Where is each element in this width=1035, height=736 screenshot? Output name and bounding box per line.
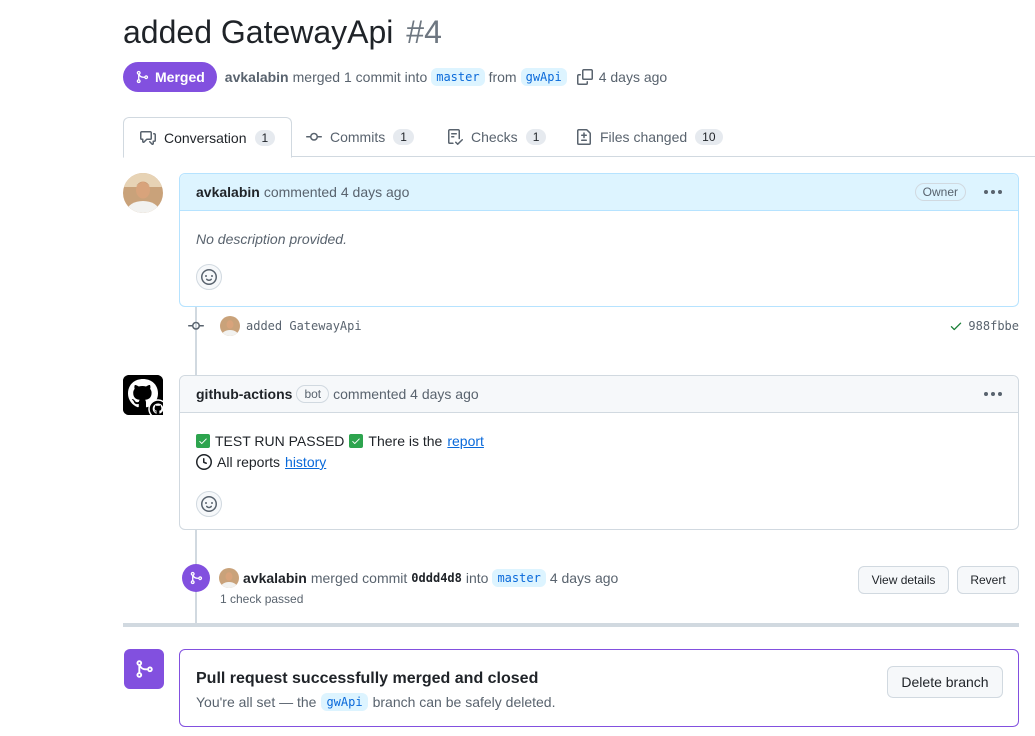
add-reaction-button[interactable] <box>196 264 222 290</box>
test-result-line: TEST RUN PASSED There is the report <box>196 432 1002 450</box>
merge-summary-text: merged 1 commit into <box>292 69 428 85</box>
git-merge-icon <box>182 564 210 592</box>
avatar[interactable] <box>220 316 240 336</box>
tab-checks-label: Checks <box>471 129 518 145</box>
merged-state-badge: Merged <box>123 62 217 92</box>
delete-branch-button[interactable]: Delete branch <box>887 666 1003 698</box>
merge-event-summary: avkalabin merged commit 0ddd4d8 into mas… <box>219 568 618 588</box>
history-link[interactable]: history <box>285 454 326 470</box>
tab-conversation-count: 1 <box>254 129 276 146</box>
add-reaction-button[interactable] <box>196 491 222 517</box>
all-reports-text: All reports <box>217 454 281 470</box>
comment-header: github-actions bot commented 4 days ago <box>180 376 1018 413</box>
pr-number: #4 <box>406 14 442 50</box>
comment-timestamp[interactable]: commented 4 days ago <box>264 184 410 200</box>
merge-status-pre: You're all set — the <box>196 694 317 710</box>
tab-commits-label: Commits <box>330 129 386 145</box>
commit-sha-link[interactable]: 988fbbe <box>968 319 1019 333</box>
merged-state-label: Merged <box>155 69 205 85</box>
comment-author[interactable]: github-actions <box>196 386 292 402</box>
merge-status-box: Pull request successfully merged and clo… <box>179 649 1019 727</box>
owner-badge: Owner <box>914 183 966 201</box>
git-commit-icon <box>188 321 204 330</box>
timeline-divider <box>123 623 1019 627</box>
revert-button[interactable]: Revert <box>957 566 1019 594</box>
base-branch[interactable]: master <box>431 68 485 86</box>
merge-into-text: into <box>465 570 489 586</box>
merge-status-description: You're all set — the gwApi branch can be… <box>196 693 555 711</box>
check-mark-emoji-icon <box>196 434 210 448</box>
check-icon[interactable] <box>949 319 963 333</box>
tab-checks-count: 1 <box>525 129 547 145</box>
kebab-horizontal-icon[interactable] <box>984 392 1002 396</box>
avatar[interactable] <box>219 568 239 588</box>
pr-tabs: Conversation 1 Commits 1 Checks 1 Files … <box>123 117 1035 158</box>
merge-text: merged commit <box>310 570 408 586</box>
tab-files-changed-label: Files changed <box>600 129 688 145</box>
merge-event: avkalabin merged commit 0ddd4d8 into mas… <box>182 564 1019 610</box>
git-merge-icon <box>124 649 164 689</box>
view-details-button[interactable]: View details <box>858 566 949 594</box>
comment-card: avkalabin commented 4 days ago Owner No … <box>179 173 1019 307</box>
bot-badge: bot <box>296 385 330 403</box>
checks-passed-text[interactable]: 1 check passed <box>220 592 303 606</box>
pr-meta: Merged avkalabin merged 1 commit into ma… <box>123 62 667 92</box>
tab-files-changed-count: 10 <box>695 129 723 145</box>
test-run-status: TEST RUN PASSED <box>215 433 345 449</box>
merge-author[interactable]: avkalabin <box>243 570 307 586</box>
from-text: from <box>488 69 517 85</box>
git-commit-icon <box>306 132 322 141</box>
comment-discussion-icon <box>140 130 156 145</box>
comment-text: No description provided. <box>196 231 347 247</box>
pr-author-link[interactable]: avkalabin <box>225 69 289 85</box>
kebab-horizontal-icon[interactable] <box>984 190 1002 194</box>
commit-message-link[interactable]: added GatewayApi <box>246 319 362 333</box>
merge-status-title: Pull request successfully merged and clo… <box>196 670 539 687</box>
smiley-icon <box>201 269 217 285</box>
comment-body: No description provided. <box>180 211 1018 302</box>
pr-merge-summary: avkalabin merged 1 commit into master fr… <box>225 68 667 86</box>
tab-files-changed[interactable]: Files changed 10 <box>560 117 739 157</box>
check-mark-emoji-icon <box>349 434 364 448</box>
tab-conversation[interactable]: Conversation 1 <box>123 117 293 158</box>
pr-time: 4 days ago <box>598 69 668 85</box>
pr-title: added GatewayApi #4 <box>123 14 442 51</box>
github-actions-avatar[interactable] <box>123 375 168 419</box>
tab-checks[interactable]: Checks 1 <box>431 117 562 157</box>
tab-commits-count: 1 <box>393 129 414 145</box>
copy-icon[interactable] <box>576 69 593 85</box>
tab-conversation-label: Conversation <box>164 129 247 146</box>
merge-base-branch[interactable]: master <box>492 569 546 587</box>
smiley-icon <box>201 496 217 512</box>
clock-icon <box>196 454 212 470</box>
tab-commits[interactable]: Commits 1 <box>290 117 430 157</box>
comment-card: github-actions bot commented 4 days ago … <box>179 375 1019 530</box>
pr-title-text: added GatewayApi <box>123 14 394 50</box>
commit-status: 988fbbe <box>949 319 1019 333</box>
report-text: There is the <box>368 433 443 449</box>
head-branch[interactable]: gwApi <box>520 68 567 86</box>
merge-time[interactable]: 4 days ago <box>550 570 619 586</box>
head-branch[interactable]: gwApi <box>321 693 368 711</box>
merge-status-post: branch can be safely deleted. <box>372 694 556 710</box>
comment-body: TEST RUN PASSED There is the report All … <box>180 413 1018 529</box>
comment-author[interactable]: avkalabin <box>196 184 260 200</box>
checklist-icon <box>448 129 463 145</box>
merge-commit-sha[interactable]: 0ddd4d8 <box>411 571 462 585</box>
avatar[interactable] <box>123 173 163 213</box>
comment-timestamp[interactable]: commented 4 days ago <box>333 386 479 402</box>
history-line: All reports history <box>196 453 1002 471</box>
git-merge-icon <box>136 70 149 84</box>
file-diff-icon <box>577 129 591 145</box>
commit-row: added GatewayApi 988fbbe <box>186 316 1019 336</box>
report-link[interactable]: report <box>447 433 484 449</box>
comment-header: avkalabin commented 4 days ago Owner <box>180 174 1018 211</box>
